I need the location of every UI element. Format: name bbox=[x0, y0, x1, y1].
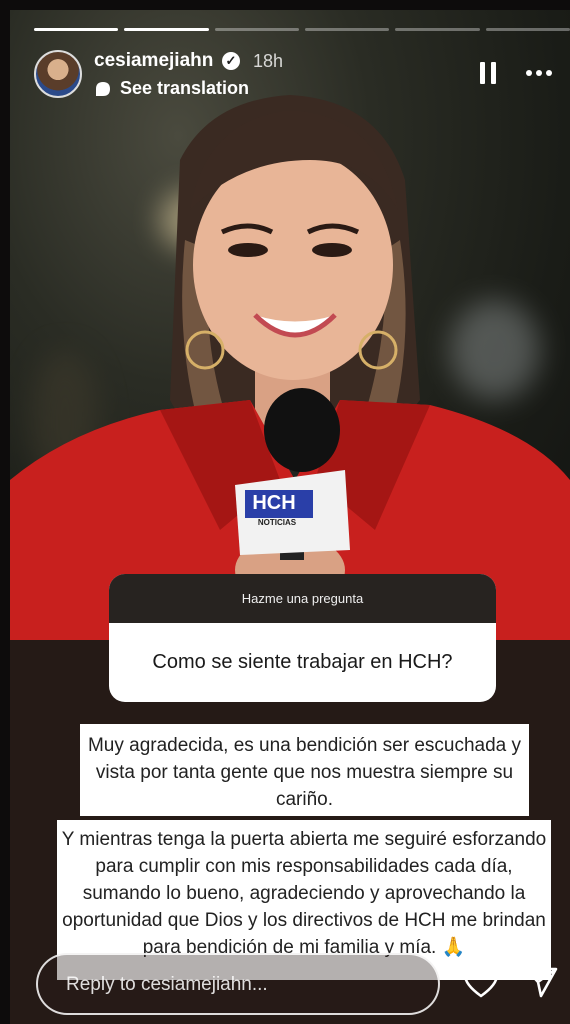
pause-icon[interactable] bbox=[480, 62, 498, 84]
post-time: 18h bbox=[253, 51, 284, 71]
more-options-icon[interactable] bbox=[526, 70, 552, 76]
progress-segment bbox=[34, 28, 119, 31]
send-icon[interactable] bbox=[523, 965, 559, 999]
progress-segment bbox=[124, 28, 209, 31]
username[interactable]: cesiamejiahn bbox=[94, 50, 213, 72]
heart-icon[interactable] bbox=[463, 965, 499, 999]
person-illustration bbox=[10, 95, 570, 640]
verified-badge-icon: ✓ bbox=[222, 52, 240, 70]
progress-segment bbox=[214, 28, 299, 31]
progress-segment bbox=[395, 28, 480, 31]
progress-segment bbox=[485, 28, 570, 31]
story-progress-bar bbox=[34, 28, 570, 31]
see-translation-link[interactable]: See translation bbox=[120, 78, 249, 99]
story-photo: HCH NOTICIAS bbox=[10, 10, 570, 640]
question-sticker: Hazme una pregunta Como se siente trabaj… bbox=[109, 574, 496, 702]
progress-segment bbox=[304, 28, 390, 31]
question-sticker-title: Hazme una pregunta bbox=[109, 574, 496, 623]
answer-text-1: Muy agradecida, es una bendición ser esc… bbox=[80, 724, 529, 816]
mic-sublabel: NOTICIAS bbox=[257, 518, 297, 527]
question-text: Como se siente trabajar en HCH? bbox=[152, 651, 453, 673]
translate-icon[interactable] bbox=[94, 80, 112, 98]
avatar[interactable] bbox=[34, 50, 82, 98]
reply-placeholder: Reply to cesiamejiahn... bbox=[66, 974, 268, 995]
mic-label: HCH bbox=[252, 492, 296, 514]
